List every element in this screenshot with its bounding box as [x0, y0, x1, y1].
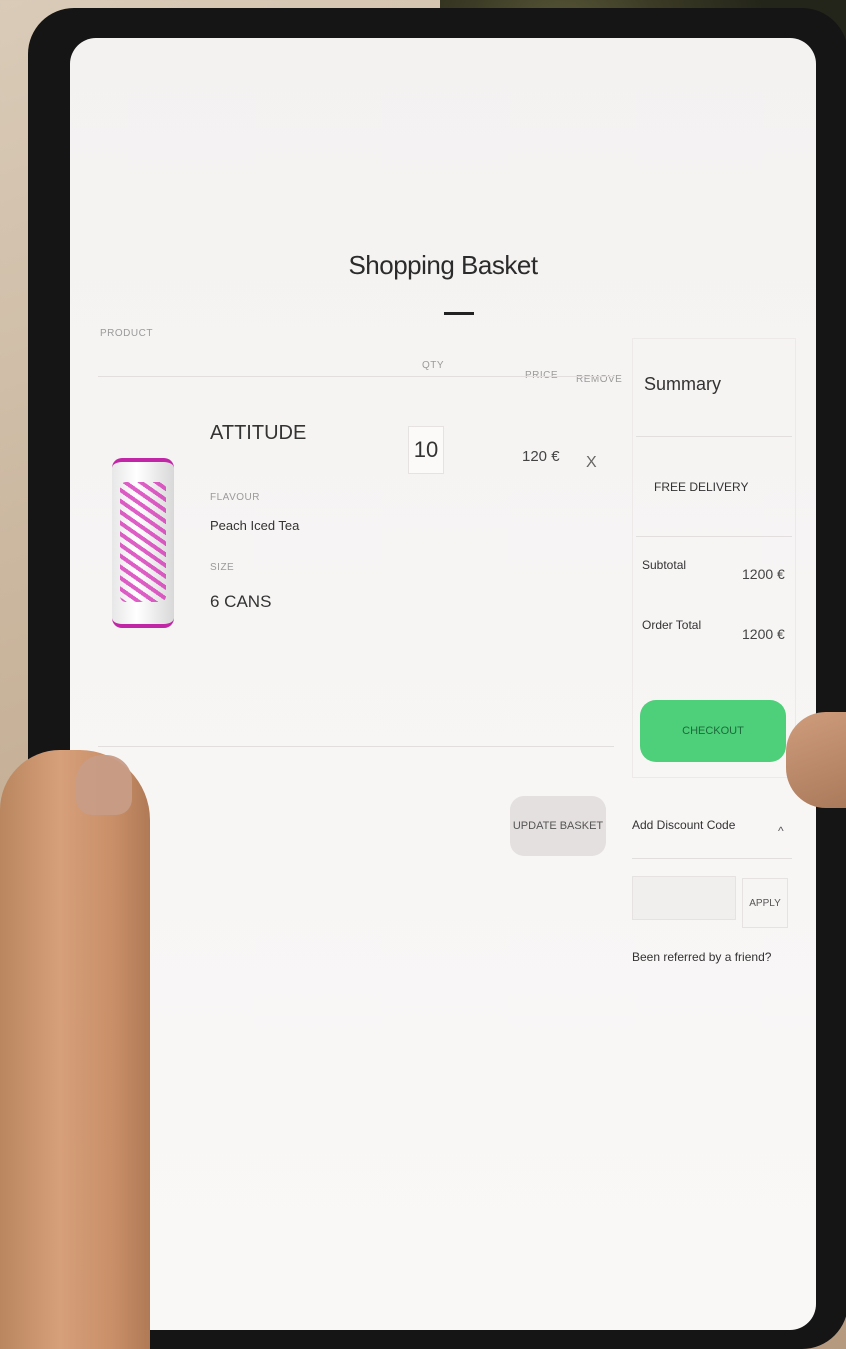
checkout-button[interactable]: CHECKOUT [640, 700, 786, 762]
title-underline [444, 312, 474, 315]
discount-code-input[interactable] [632, 876, 736, 920]
size-value: 6 CANS [210, 592, 272, 611]
table-bottom-divider [98, 746, 614, 747]
right-finger [786, 712, 846, 808]
size-label: SIZE [210, 562, 235, 573]
can-graphic [120, 482, 166, 602]
delivery-text: FREE DELIVERY [654, 480, 749, 494]
order-total-label: Order Total [642, 618, 702, 632]
update-basket-button[interactable]: UPDATE BASKET [510, 796, 606, 856]
tablet-device: Shopping Basket PRODUCT QTY PRICE REMOVE… [28, 8, 846, 1349]
quantity-input[interactable]: 10 [408, 426, 444, 474]
summary-heading: Summary [644, 374, 722, 394]
column-header-product: PRODUCT [100, 328, 153, 339]
subtotal-label: Subtotal [642, 558, 687, 572]
column-header-qty: QTY [422, 360, 445, 371]
tablet-screen: Shopping Basket PRODUCT QTY PRICE REMOVE… [70, 38, 816, 1330]
apply-discount-button[interactable]: APPLY [742, 878, 788, 928]
flavour-value: Peach Iced Tea [210, 518, 300, 533]
subtotal-value: 1200 € [742, 566, 785, 582]
left-thumbnail [76, 755, 132, 815]
discount-code-toggle[interactable]: Add Discount Code [632, 818, 735, 832]
item-price: 120 € [522, 448, 560, 465]
discount-divider [632, 858, 792, 859]
chevron-up-icon[interactable]: ^ [778, 824, 784, 838]
summary-divider-1 [636, 436, 792, 437]
remove-item-button[interactable]: X [586, 454, 597, 472]
order-total-value: 1200 € [742, 626, 785, 642]
page-title: Shopping Basket [348, 250, 538, 280]
product-image [112, 458, 174, 628]
table-header-divider [98, 376, 614, 377]
flavour-label: FLAVOUR [210, 492, 260, 503]
left-thumb [0, 750, 150, 1349]
referral-link[interactable]: Been referred by a friend? [632, 950, 771, 964]
summary-divider-2 [636, 536, 792, 537]
product-name[interactable]: ATTITUDE [210, 422, 306, 445]
